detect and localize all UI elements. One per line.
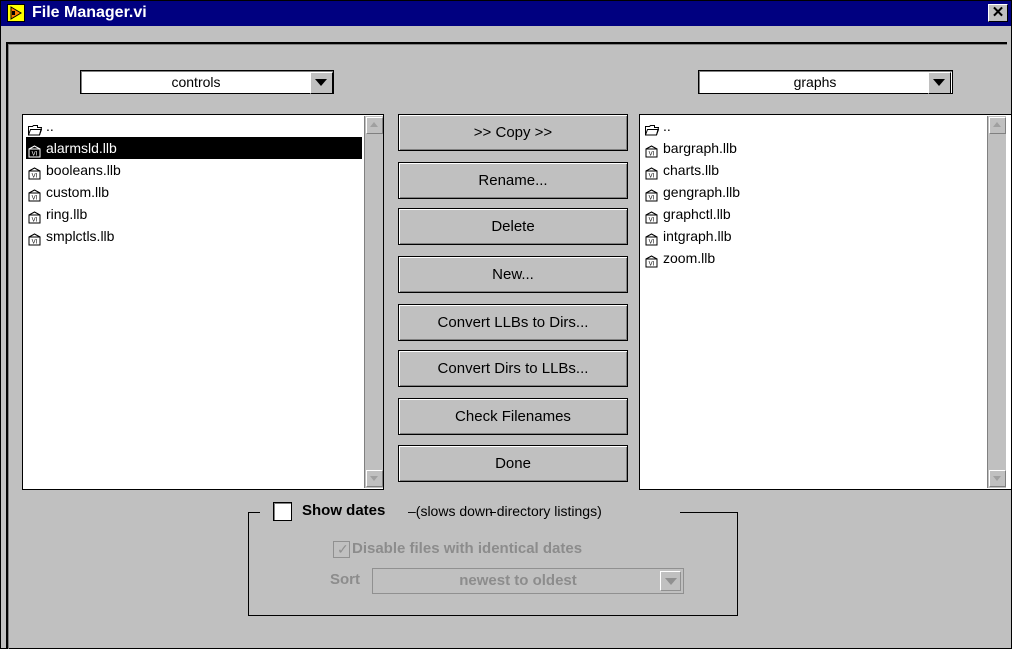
list-item[interactable]: VI zoom.llb xyxy=(643,247,983,269)
vi-app-icon xyxy=(7,4,25,22)
sort-order-value: newest to oldest xyxy=(459,572,577,589)
vi-library-icon: VI xyxy=(28,164,42,180)
checkmark-icon: ✓ xyxy=(337,541,349,557)
show-dates-group xyxy=(248,512,738,616)
check-filenames-button[interactable]: Check Filenames xyxy=(398,398,628,435)
list-item[interactable]: VI intgraph.llb xyxy=(643,225,983,247)
folder-up-icon xyxy=(28,120,43,136)
list-item[interactable]: VI custom.llb xyxy=(26,181,362,203)
convert-dirs-to-llbs-button[interactable]: Convert Dirs to LLBs... xyxy=(398,350,628,387)
vi-library-icon: VI xyxy=(28,230,42,246)
vi-library-icon: VI xyxy=(28,186,42,202)
show-dates-label: Show dates xyxy=(302,502,386,519)
scroll-up-icon[interactable] xyxy=(989,117,1006,134)
vi-library-icon: VI xyxy=(28,142,42,158)
list-item-label: custom.llb xyxy=(46,184,110,200)
svg-text:VI: VI xyxy=(32,218,38,224)
list-item[interactable]: VI alarmsld.llb xyxy=(26,137,362,159)
right-file-list[interactable]: .. VI bargraph.llb VI charts.llb VI gengraph.l… xyxy=(639,114,1012,490)
list-item-label: booleans.llb xyxy=(46,162,121,178)
list-item-label: .. xyxy=(46,118,54,134)
vi-library-icon: VI xyxy=(645,208,659,224)
list-item-label: .. xyxy=(663,118,671,134)
list-item[interactable]: .. xyxy=(26,115,362,137)
right-list-scrollbar[interactable] xyxy=(987,116,1006,488)
left-directory-dropdown[interactable]: controls xyxy=(80,70,334,94)
list-item[interactable]: VI bargraph.llb xyxy=(643,137,983,159)
svg-text:VI: VI xyxy=(32,174,38,180)
title-bar[interactable] xyxy=(1,1,1011,26)
svg-text:VI: VI xyxy=(649,196,655,202)
sort-order-dropdown[interactable]: newest to oldest xyxy=(372,568,684,594)
convert-llbs-to-dirs-button[interactable]: Convert LLBs to Dirs... xyxy=(398,304,628,341)
vi-library-icon: VI xyxy=(645,164,659,180)
list-item[interactable]: VI gengraph.llb xyxy=(643,181,983,203)
vi-library-icon: VI xyxy=(645,186,659,202)
list-item-label: alarmsld.llb xyxy=(46,140,117,156)
svg-text:VI: VI xyxy=(32,152,38,158)
list-item[interactable]: VI graphctl.llb xyxy=(643,203,983,225)
close-button[interactable]: ✕ xyxy=(988,4,1008,22)
list-item-label: smplctls.llb xyxy=(46,228,115,244)
sort-label: Sort xyxy=(330,571,360,588)
list-item-label: charts.llb xyxy=(663,162,720,178)
chevron-down-icon[interactable] xyxy=(928,72,951,94)
list-item-label: gengraph.llb xyxy=(663,184,741,200)
list-item[interactable]: VI booleans.llb xyxy=(26,159,362,181)
svg-text:VI: VI xyxy=(32,240,38,246)
list-item[interactable]: VI ring.llb xyxy=(26,203,362,225)
list-item-label: zoom.llb xyxy=(663,250,716,266)
disable-identical-dates-label: Disable files with identical dates xyxy=(352,540,583,557)
folder-up-icon xyxy=(645,120,660,136)
list-item-label: ring.llb xyxy=(46,206,88,222)
done-button[interactable]: Done xyxy=(398,445,628,482)
scroll-down-icon[interactable] xyxy=(989,470,1006,487)
show-dates-note: –(slows down directory listings) xyxy=(408,503,602,519)
left-list-scrollbar[interactable] xyxy=(364,116,383,488)
left-file-list[interactable]: .. VI alarmsld.llb VI booleans.llb VI custom.l… xyxy=(22,114,384,490)
rename-button[interactable]: Rename... xyxy=(398,162,628,199)
vi-library-icon: VI xyxy=(645,230,659,246)
list-item-label: graphctl.llb xyxy=(663,206,731,222)
scroll-down-icon[interactable] xyxy=(366,470,383,487)
chevron-down-icon[interactable] xyxy=(310,72,333,94)
left-directory-value: controls xyxy=(171,74,221,90)
left-file-items: .. VI alarmsld.llb VI booleans.llb VI custom.l… xyxy=(26,115,362,247)
delete-button[interactable]: Delete xyxy=(398,208,628,245)
window-title: File Manager.vi xyxy=(32,4,147,21)
right-file-items: .. VI bargraph.llb VI charts.llb VI gengraph.l… xyxy=(643,115,983,269)
svg-text:VI: VI xyxy=(649,240,655,246)
svg-text:VI: VI xyxy=(649,152,655,158)
list-item[interactable]: .. xyxy=(643,115,983,137)
new-button[interactable]: New... xyxy=(398,256,628,293)
chevron-down-icon[interactable] xyxy=(660,571,681,591)
disable-identical-dates-checkbox[interactable]: ✓ xyxy=(333,541,350,558)
list-item[interactable]: VI charts.llb xyxy=(643,159,983,181)
right-directory-dropdown[interactable]: graphs xyxy=(698,70,953,94)
list-item[interactable]: VI smplctls.llb xyxy=(26,225,362,247)
copy-button[interactable]: >> Copy >> xyxy=(398,114,628,151)
svg-text:VI: VI xyxy=(32,196,38,202)
vi-library-icon: VI xyxy=(645,142,659,158)
scroll-up-icon[interactable] xyxy=(366,117,383,134)
right-directory-value: graphs xyxy=(793,74,837,90)
vi-library-icon: VI xyxy=(28,208,42,224)
show-dates-checkbox[interactable] xyxy=(273,502,292,521)
vi-library-icon: VI xyxy=(645,252,659,268)
svg-text:VI: VI xyxy=(649,218,655,224)
list-item-label: intgraph.llb xyxy=(663,228,732,244)
list-item-label: bargraph.llb xyxy=(663,140,737,156)
svg-text:VI: VI xyxy=(649,174,655,180)
svg-text:VI: VI xyxy=(649,262,655,268)
